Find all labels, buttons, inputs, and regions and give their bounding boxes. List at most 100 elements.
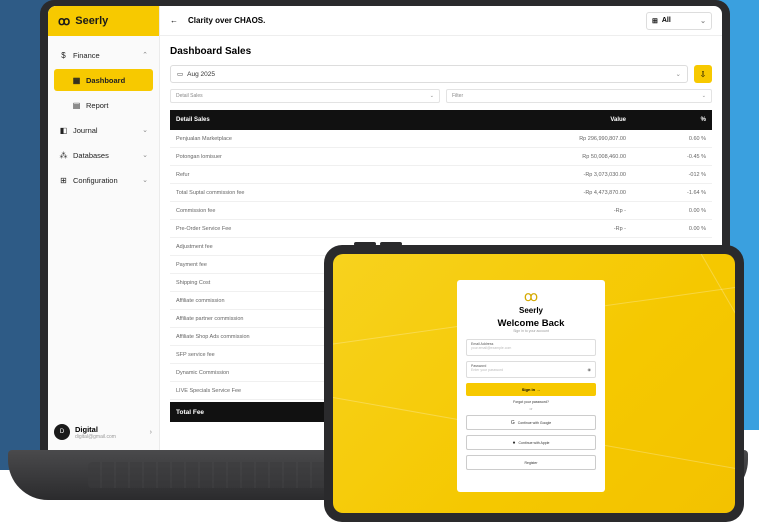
sidebar-item-label: Finance xyxy=(73,50,100,60)
google-button[interactable]: G Continue with Google xyxy=(466,415,596,430)
google-label: Continue with Google xyxy=(517,420,552,425)
sidebar-item-configuration[interactable]: ⊞ Configuration ⌄ xyxy=(54,169,153,191)
database-icon: ⁂ xyxy=(59,150,68,160)
row-name: Penjualan Marketplace xyxy=(176,135,232,142)
user-profile[interactable]: D Digital digital@gmail.com › xyxy=(54,419,152,445)
tablet-frame: ꝏ Seerly Welcome Back Sign in to your ac… xyxy=(324,242,744,522)
settings-icon: ⊞ xyxy=(60,175,67,185)
calendar-icon: ▭ xyxy=(177,71,184,78)
sidebar-item-label: Configuration xyxy=(73,175,118,185)
forgot-password-link[interactable]: Forgot your password? xyxy=(466,400,596,404)
chevron-down-icon: ⌄ xyxy=(142,177,148,184)
row-value: Rp 296,990,807.00 xyxy=(579,135,626,142)
login-brand: Seerly xyxy=(518,306,544,315)
password-placeholder: Enter your password xyxy=(471,368,504,372)
seerly-logo-icon: ꝏ xyxy=(58,14,71,28)
column-header-name: Detail Sales xyxy=(176,117,210,123)
sidebar: ꝏ Seerly $ Finance ⌃ ▦ Dashboard ▤ Repor… xyxy=(48,6,160,455)
seerly-logo-icon: ꝏ xyxy=(523,288,539,304)
tablet-screen: ꝏ Seerly Welcome Back Sign in to your ac… xyxy=(333,254,735,513)
topbar: ← Clarity over CHAOS. ⊞ All ⌄ xyxy=(160,6,722,36)
eye-icon[interactable]: ◉ xyxy=(588,367,592,372)
table-row: Potongan lomisuer Rp 50,008,460.00 -0.45 % xyxy=(170,148,712,166)
column-header-value: Value xyxy=(610,117,626,123)
chevron-down-icon: ⌄ xyxy=(701,93,706,99)
table-row: Commission fee -Rp - 0.00 % xyxy=(170,202,712,220)
store-icon: ⊞ xyxy=(652,17,658,25)
login-title: Welcome Back xyxy=(497,318,565,329)
tablet-button xyxy=(380,242,402,246)
filter-row: Detail Sales ⌄ Filter ⌄ xyxy=(170,89,712,103)
filter-select-value: Filter xyxy=(452,93,464,99)
book-icon: ◧ xyxy=(59,125,68,135)
date-row: ▭ Aug 2025 ⌄ ⇩ xyxy=(170,65,712,83)
sidebar-item-label: Report xyxy=(86,100,109,110)
row-name: Total Suptal commission fee xyxy=(176,189,245,196)
dollar-icon: $ xyxy=(61,50,66,60)
column-header-pct: % xyxy=(700,117,706,123)
date-value: Aug 2025 xyxy=(187,70,215,78)
apple-icon: ● xyxy=(512,439,516,446)
apple-button[interactable]: ● Continue with Apple xyxy=(466,435,596,450)
table-row: Pre-Order Service Fee -Rp - 0.00 % xyxy=(170,220,712,238)
google-icon: G xyxy=(510,419,515,426)
row-name: Refur xyxy=(176,171,190,178)
header-title: Clarity over CHAOS. xyxy=(188,16,266,25)
brand-name: Seerly xyxy=(75,15,109,27)
row-pct: 0.60 % xyxy=(688,135,706,142)
chevron-down-icon: ⌄ xyxy=(700,17,706,25)
table-row: Total Suptal commission fee -Rp 4,473,870… xyxy=(170,184,712,202)
chevron-up-icon: ⌃ xyxy=(142,52,148,59)
store-filter-select[interactable]: ⊞ All ⌄ xyxy=(646,11,712,30)
row-value: -Rp 3,073,030.00 xyxy=(583,171,626,178)
row-pct: -012 % xyxy=(688,171,706,178)
row-name: Commission fee xyxy=(176,207,216,214)
date-picker[interactable]: ▭ Aug 2025 ⌄ xyxy=(170,65,688,83)
table-row: Refur -Rp 3,073,030.00 -012 % xyxy=(170,166,712,184)
filter-select[interactable]: Filter ⌄ xyxy=(446,89,712,103)
register-label: Register xyxy=(524,460,538,465)
email-placeholder: your.email@example.com xyxy=(471,346,512,350)
apple-label: Continue with Apple xyxy=(518,440,550,445)
login-subtitle: Sign in to your account xyxy=(513,329,549,333)
detail-sales-select-value: Detail Sales xyxy=(176,93,203,99)
or-divider: or xyxy=(529,407,533,411)
row-value: Rp 50,008,460.00 xyxy=(582,153,626,160)
row-name: Potongan lomisuer xyxy=(176,153,222,160)
password-field[interactable]: Password Enter your password ◉ xyxy=(466,361,596,378)
chevron-down-icon: ⌄ xyxy=(429,93,434,99)
sign-in-button[interactable]: Sign in → xyxy=(466,383,596,396)
detail-sales-select[interactable]: Detail Sales ⌄ xyxy=(170,89,440,103)
sidebar-item-label: Journal xyxy=(73,125,98,135)
back-arrow-icon[interactable]: ← xyxy=(170,16,178,25)
sidebar-item-dashboard[interactable]: ▦ Dashboard xyxy=(54,69,153,91)
decor-line xyxy=(647,254,735,388)
email-field[interactable]: Email Address your.email@example.com xyxy=(466,339,596,356)
row-value: -Rp 4,473,870.00 xyxy=(583,189,626,196)
chevron-right-icon: › xyxy=(149,428,152,436)
table-row: Penjualan Marketplace Rp 296,990,807.00 0.… xyxy=(170,130,712,148)
row-pct: 0.00 % xyxy=(688,225,706,232)
chevron-down-icon: ⌄ xyxy=(675,71,681,78)
login-card: ꝏ Seerly Welcome Back Sign in to your ac… xyxy=(457,280,605,492)
sidebar-item-databases[interactable]: ⁂ Databases ⌄ xyxy=(54,144,153,166)
user-name: Digital xyxy=(75,424,98,434)
chevron-down-icon: ⌄ xyxy=(142,152,148,159)
brand-logo[interactable]: ꝏ Seerly xyxy=(48,6,159,36)
sidebar-item-journal[interactable]: ◧ Journal ⌄ xyxy=(54,119,153,141)
store-filter-value: All xyxy=(661,17,671,24)
register-button[interactable]: Register xyxy=(466,455,596,470)
sidebar-item-report[interactable]: ▤ Report xyxy=(54,94,153,116)
arrow-right-icon: → xyxy=(536,387,541,392)
total-fee-label: Total Fee xyxy=(176,408,205,416)
row-pct: 0.00 % xyxy=(688,207,706,214)
download-button[interactable]: ⇩ xyxy=(694,65,712,83)
sidebar-item-label: Databases xyxy=(73,150,109,160)
table-header: Detail Sales Value % xyxy=(170,110,712,130)
grid-icon: ▦ xyxy=(72,75,81,85)
sidebar-item-finance[interactable]: $ Finance ⌃ xyxy=(54,44,153,66)
sign-in-label: Sign in xyxy=(521,387,536,392)
row-value: -Rp - xyxy=(613,225,626,232)
sidebar-item-label: Dashboard xyxy=(86,75,126,85)
sidebar-nav: $ Finance ⌃ ▦ Dashboard ▤ Report ◧ Journ… xyxy=(48,36,159,202)
